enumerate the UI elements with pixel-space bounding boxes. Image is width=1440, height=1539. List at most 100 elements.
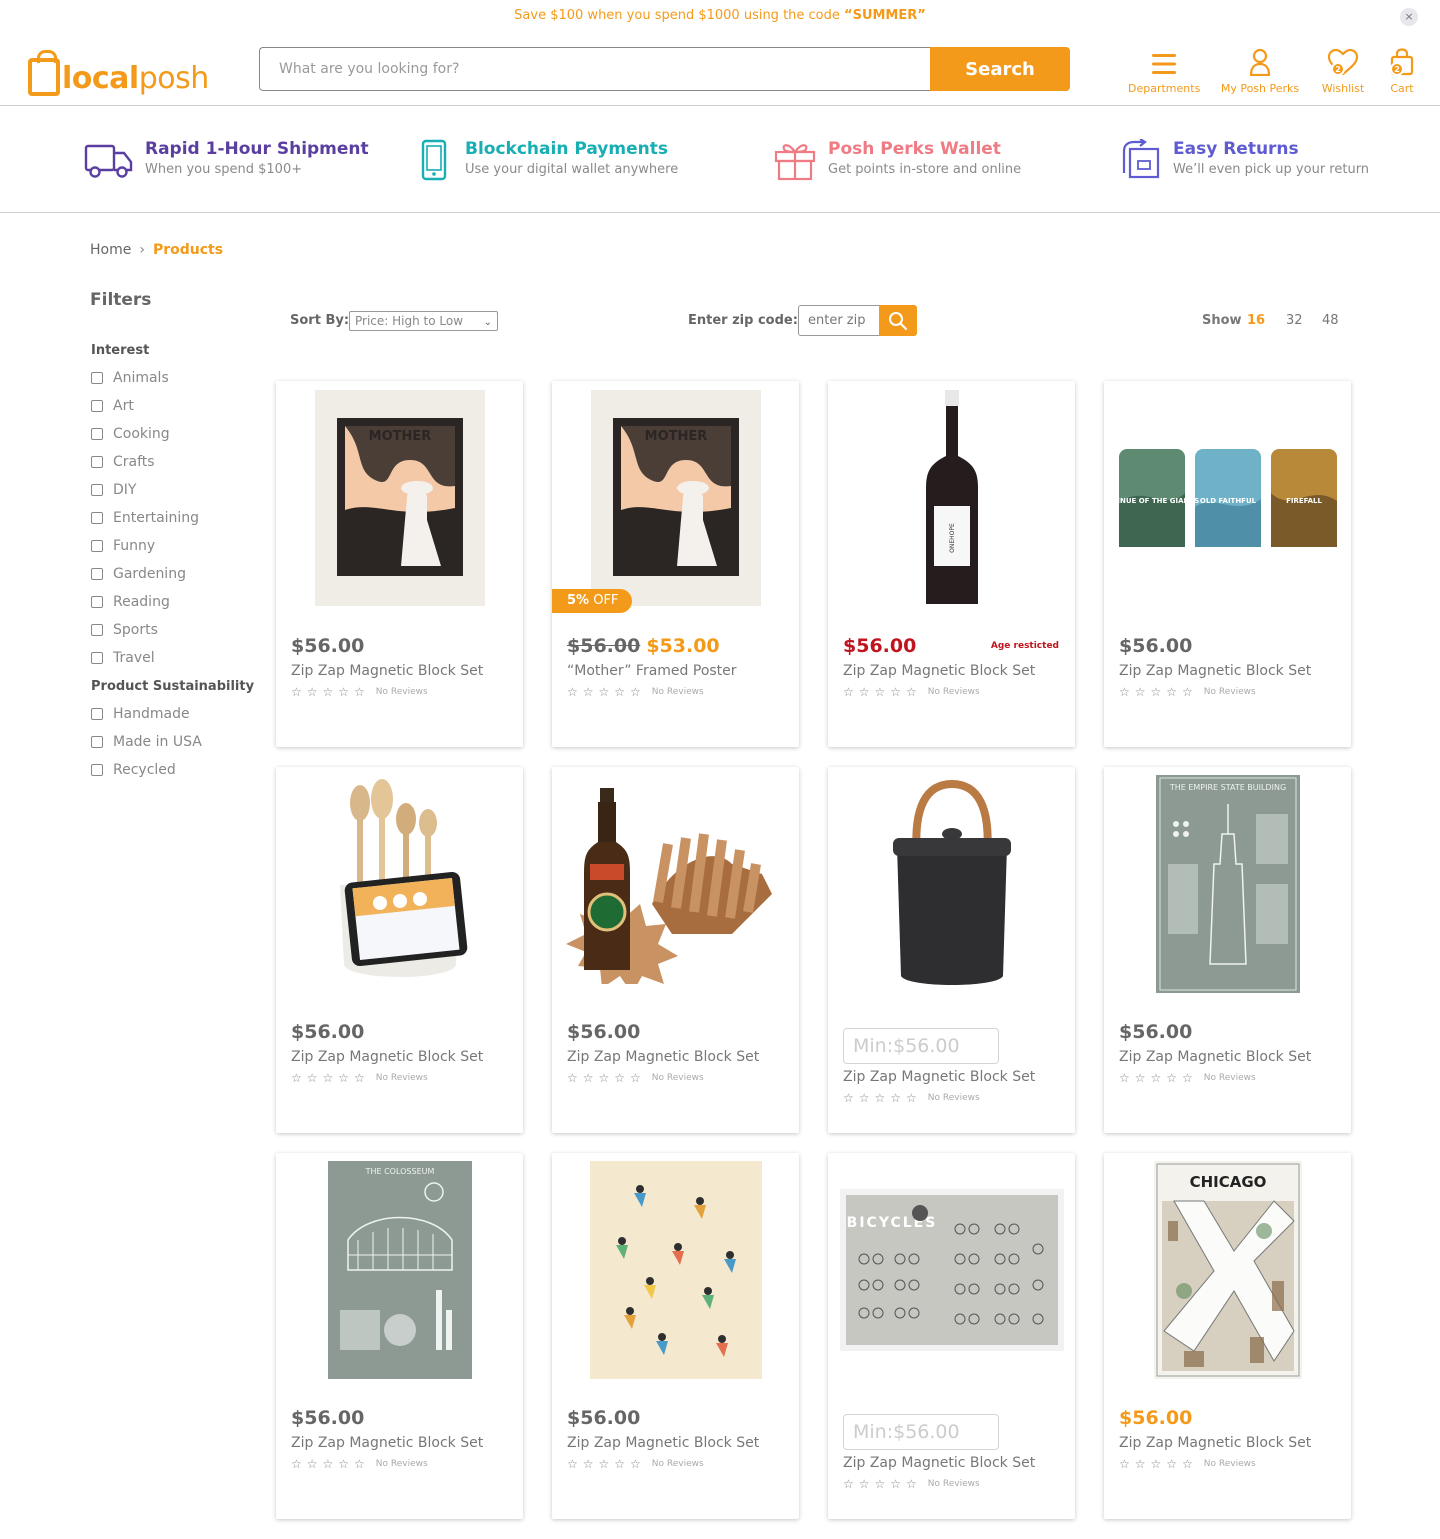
product-card[interactable]: BICYCLES Min:$56.00 Zip Zap Magnetic Bloc… (828, 1153, 1075, 1519)
filter-option-animals[interactable]: Animals (91, 370, 169, 386)
original-price: $56.00 (567, 635, 641, 657)
checkbox[interactable] (91, 568, 103, 580)
product-image[interactable]: ONEHOPE (836, 389, 1067, 607)
search-input[interactable] (259, 47, 931, 91)
wishlist-link[interactable]: 2 Wishlist (1320, 46, 1366, 95)
product-name[interactable]: Zip Zap Magnetic Block Set (843, 1455, 1035, 1471)
filter-option-entertaining[interactable]: Entertaining (91, 510, 199, 526)
product-card[interactable]: $56.00 Zip Zap Magnetic Block Set ☆☆☆☆☆ No … (552, 767, 799, 1133)
checkbox[interactable] (91, 652, 103, 664)
show-option-32[interactable]: 32 (1286, 313, 1303, 328)
product-rating: ☆☆☆☆☆ No Reviews (291, 1457, 428, 1471)
product-image[interactable]: CHICAGO (1112, 1161, 1343, 1379)
filter-option-label: Made in USA (113, 734, 202, 750)
product-name[interactable]: Zip Zap Magnetic Block Set (843, 663, 1035, 679)
checkbox[interactable] (91, 428, 103, 440)
product-name[interactable]: Zip Zap Magnetic Block Set (291, 1049, 483, 1065)
product-card[interactable]: THE COLOSSEUM $56.00 Zip Zap Magnetic Blo… (276, 1153, 523, 1519)
departments-menu[interactable]: Departments (1128, 46, 1200, 95)
filter-option-travel[interactable]: Travel (91, 650, 155, 666)
svg-text:ONEHOPE: ONEHOPE (949, 523, 956, 553)
product-name[interactable]: “Mother” Framed Poster (567, 663, 737, 679)
sale-price: $53.00 (646, 635, 720, 657)
logo[interactable]: localposh (28, 40, 209, 96)
filter-option-handmade[interactable]: Handmade (91, 706, 190, 722)
product-image[interactable] (284, 775, 515, 993)
product-name[interactable]: Zip Zap Magnetic Block Set (567, 1049, 759, 1065)
product-card[interactable]: CHICAGO $56.00 Zip Zap Magnetic Block Set… (1104, 1153, 1351, 1519)
filter-option-art[interactable]: Art (91, 398, 134, 414)
product-name[interactable]: Zip Zap Magnetic Block Set (567, 1435, 759, 1451)
product-card[interactable]: MOTHER 5% OFF $56.00 $53.00 “Mother” Framed… (552, 381, 799, 747)
zip-input[interactable] (798, 305, 880, 336)
product-name[interactable]: Zip Zap Magnetic Block Set (1119, 1435, 1311, 1451)
product-card[interactable]: THE EMPIRE STATE BUILDING $56.00 Zip Zap … (1104, 767, 1351, 1133)
checkbox[interactable] (91, 512, 103, 524)
min-price-field[interactable]: Min:$56.00 (843, 1414, 999, 1450)
search-icon (889, 311, 908, 330)
filter-option-made-in-usa[interactable]: Made in USA (91, 734, 202, 750)
svg-text:AVENUE OF THE GIANTS: AVENUE OF THE GIANTS (1115, 497, 1199, 505)
filter-option-gardening[interactable]: Gardening (91, 566, 186, 582)
product-image[interactable] (560, 775, 791, 993)
product-card[interactable]: Min:$56.00 Zip Zap Magnetic Block Set ☆☆☆☆… (828, 767, 1075, 1133)
cart-label: Cart (1390, 82, 1414, 95)
checkbox[interactable] (91, 484, 103, 496)
filter-option-crafts[interactable]: Crafts (91, 454, 155, 470)
checkbox[interactable] (91, 764, 103, 776)
filter-option-diy[interactable]: DIY (91, 482, 136, 498)
filter-option-sports[interactable]: Sports (91, 622, 158, 638)
product-name[interactable]: Zip Zap Magnetic Block Set (291, 663, 483, 679)
product-price: $56.00 (291, 635, 365, 657)
checkbox[interactable] (91, 400, 103, 412)
product-card[interactable]: $56.00 Zip Zap Magnetic Block Set ☆☆☆☆☆ No … (552, 1153, 799, 1519)
checkbox[interactable] (91, 372, 103, 384)
min-price-field[interactable]: Min:$56.00 (843, 1028, 999, 1064)
promo-close-button[interactable]: × (1400, 8, 1418, 26)
feature-subtitle: We’ll even pick up your return (1173, 162, 1370, 177)
product-image[interactable] (836, 775, 1067, 993)
product-image[interactable]: AVENUE OF THE GIANTS OLD FAITHFUL FIREFA… (1112, 389, 1343, 607)
star-rating-icon: ☆☆☆☆☆ (291, 685, 370, 699)
product-card[interactable]: AVENUE OF THE GIANTS OLD FAITHFUL FIREFA… (1104, 381, 1351, 747)
product-name[interactable]: Zip Zap Magnetic Block Set (843, 1069, 1035, 1085)
cart-count-badge: 2 (1390, 62, 1404, 76)
product-image[interactable]: MOTHER (560, 389, 791, 607)
shopping-bag-icon: 2 (1386, 46, 1418, 76)
posh-perks-link[interactable]: My Posh Perks (1220, 46, 1300, 95)
checkbox[interactable] (91, 708, 103, 720)
product-card[interactable]: $56.00 Zip Zap Magnetic Block Set ☆☆☆☆☆ No … (276, 767, 523, 1133)
filter-option-recycled[interactable]: Recycled (91, 762, 176, 778)
filter-option-reading[interactable]: Reading (91, 594, 170, 610)
filter-option-label: Crafts (113, 454, 155, 470)
breadcrumb-home[interactable]: Home (90, 242, 131, 258)
product-name[interactable]: Zip Zap Magnetic Block Set (291, 1435, 483, 1451)
sort-select[interactable]: Price: High to Low ⌄ (349, 311, 498, 331)
product-image[interactable]: MOTHER (284, 389, 515, 607)
checkbox[interactable] (91, 540, 103, 552)
show-option-16[interactable]: 16 (1247, 313, 1265, 328)
filter-group-title: Interest (91, 343, 150, 358)
product-image[interactable] (560, 1161, 791, 1379)
feature-subtitle: When you spend $100+ (145, 162, 303, 177)
product-name[interactable]: Zip Zap Magnetic Block Set (1119, 1049, 1311, 1065)
product-image[interactable]: THE EMPIRE STATE BUILDING (1112, 775, 1343, 993)
zip-search-button[interactable] (879, 305, 917, 336)
checkbox[interactable] (91, 736, 103, 748)
checkbox[interactable] (91, 624, 103, 636)
checkbox[interactable] (91, 456, 103, 468)
product-price: $56.00 (567, 1407, 641, 1429)
product-price: $56.00 (291, 1407, 365, 1429)
checkbox[interactable] (91, 596, 103, 608)
filter-option-cooking[interactable]: Cooking (91, 426, 170, 442)
cart-link[interactable]: 2 Cart (1386, 46, 1418, 95)
product-card[interactable]: ONEHOPE $56.00 Age resticted Zip Zap Magne… (828, 381, 1075, 747)
filter-option-funny[interactable]: Funny (91, 538, 155, 554)
search-button[interactable]: Search (930, 47, 1070, 91)
product-image[interactable]: BICYCLES (836, 1161, 1067, 1379)
product-image[interactable]: THE COLOSSEUM (284, 1161, 515, 1379)
product-name[interactable]: Zip Zap Magnetic Block Set (1119, 663, 1311, 679)
product-card[interactable]: MOTHER $56.00 Zip Zap Magnetic Block Set ☆… (276, 381, 523, 747)
filter-option-label: Reading (113, 594, 170, 610)
show-option-48[interactable]: 48 (1322, 313, 1339, 328)
